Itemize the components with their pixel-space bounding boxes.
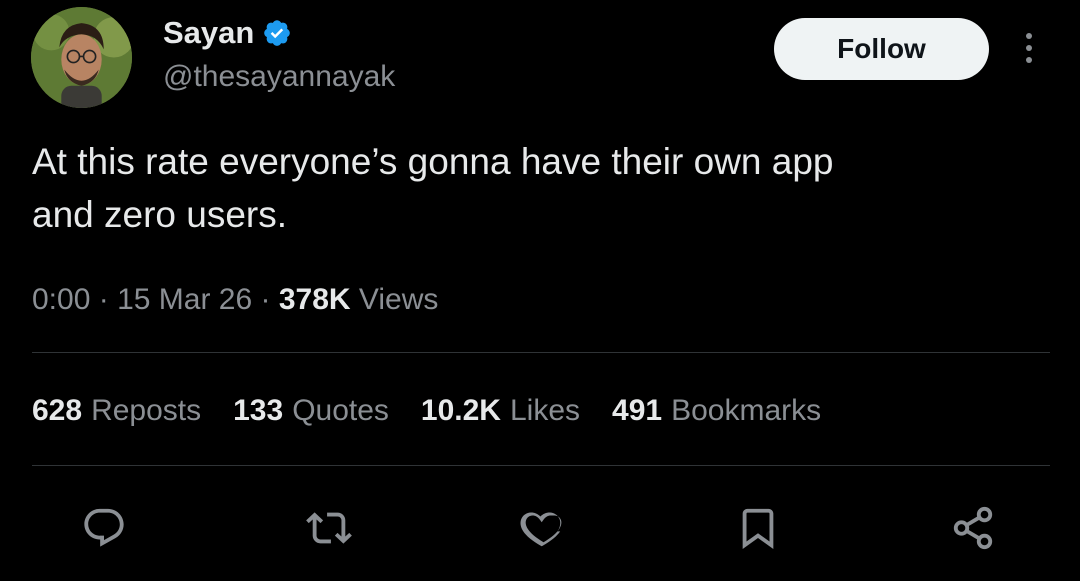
verified-badge-icon: [262, 18, 292, 48]
avatar[interactable]: [31, 7, 132, 108]
repost-button[interactable]: [304, 503, 354, 553]
stat-count: 628: [32, 394, 83, 427]
author-name-row[interactable]: Sayan: [163, 14, 292, 52]
share-icon: [953, 506, 993, 550]
divider: [32, 352, 1050, 353]
engagement-stats: 628 Reposts 133 Quotes 10.2K Likes 491 Bookm…: [32, 392, 821, 430]
meta-separator: ·: [98, 283, 109, 316]
like-icon: [520, 512, 562, 547]
stat-count: 491: [612, 394, 663, 427]
stat-label: Likes: [509, 394, 581, 427]
stat-likes[interactable]: 10.2K Likes: [421, 392, 580, 430]
stat-bookmarks[interactable]: 491 Bookmarks: [612, 392, 821, 430]
stat-count: 10.2K: [420, 394, 501, 427]
bookmark-icon: [742, 508, 774, 549]
author-display-name[interactable]: Sayan: [163, 14, 254, 52]
bookmark-button[interactable]: [733, 503, 783, 553]
stat-label: Quotes: [292, 394, 389, 427]
stat-reposts[interactable]: 628 Reposts: [32, 392, 201, 430]
reply-button[interactable]: [79, 503, 129, 553]
stat-count: 133: [233, 394, 284, 427]
meta-separator: ·: [260, 283, 271, 316]
author-handle[interactable]: @thesayannayak: [163, 58, 395, 96]
tweet-date[interactable]: 15 Mar 26: [117, 283, 252, 316]
tweet-text: At this rate everyone’s gonna have their…: [32, 141, 834, 235]
views-label: Views: [358, 283, 439, 316]
tweet-card: Sayan @thesayannayak Follow At this rate…: [0, 0, 1080, 581]
divider: [32, 465, 1050, 466]
tweet-time[interactable]: 0:00: [32, 283, 90, 316]
avatar-image: [31, 7, 132, 108]
reply-icon: [84, 508, 124, 547]
stat-quotes[interactable]: 133 Quotes: [233, 392, 389, 430]
tweet-meta: 0:00 · 15 Mar 26 · 378K Views: [32, 281, 438, 319]
more-options-icon[interactable]: [1016, 30, 1042, 66]
share-button[interactable]: [948, 503, 998, 553]
stat-label: Reposts: [91, 394, 202, 427]
repost-icon: [306, 512, 352, 544]
stat-label: Bookmarks: [671, 394, 822, 427]
like-button[interactable]: [517, 503, 567, 553]
follow-button[interactable]: Follow: [774, 18, 989, 80]
views-count[interactable]: 378K: [279, 283, 351, 316]
